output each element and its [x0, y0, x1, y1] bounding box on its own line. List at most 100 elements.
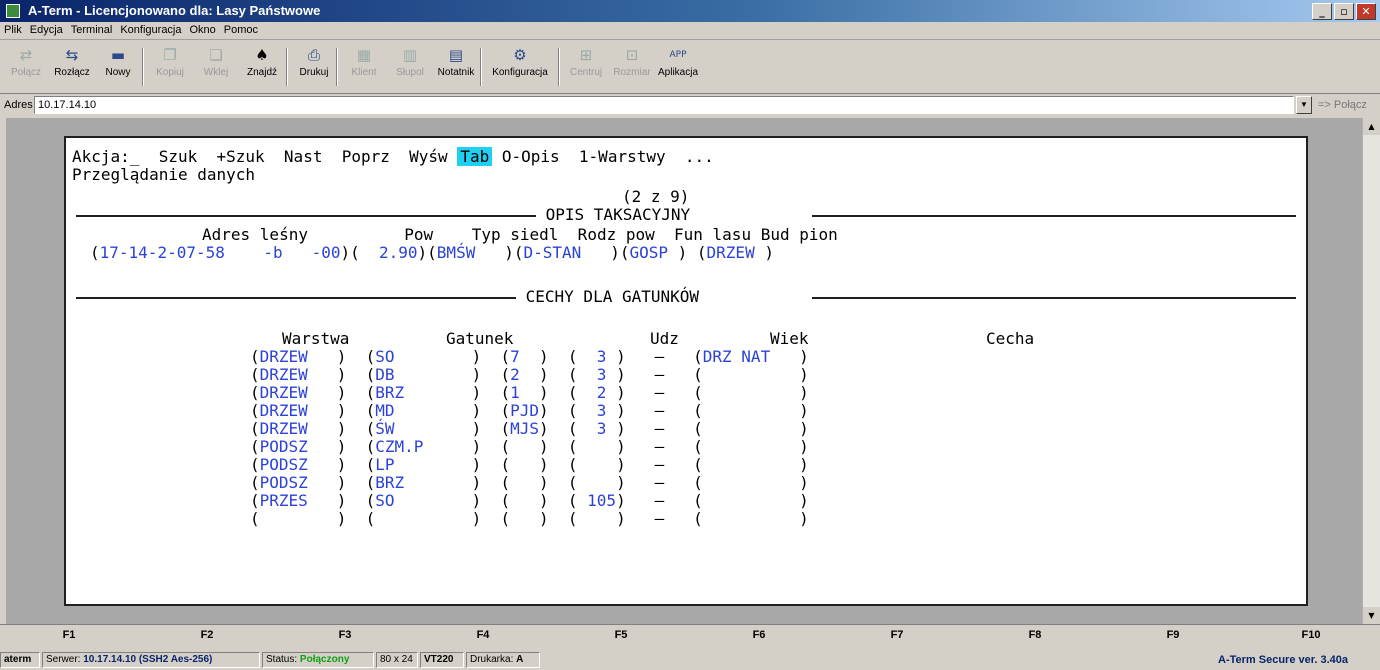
age-field[interactable]: 105 [578, 491, 616, 510]
layer-field[interactable] [260, 509, 337, 528]
feature-field[interactable] [703, 437, 799, 456]
species-field[interactable] [375, 509, 471, 528]
address-dropdown-button[interactable]: ▼ [1296, 96, 1312, 114]
fkey-f8[interactable]: F8 [966, 629, 1104, 641]
menu-configuration[interactable]: Konfiguracja [116, 22, 185, 36]
fkey-f1[interactable]: F1 [0, 629, 138, 641]
menu-file[interactable]: Plik [0, 22, 26, 36]
application-button[interactable]: APP Aplikacja [654, 46, 702, 90]
copy-button[interactable]: ❐ Kopiuj [146, 46, 194, 90]
age-field[interactable] [578, 455, 617, 474]
species-field[interactable]: MD [375, 401, 471, 420]
age-field[interactable]: 3 [578, 401, 617, 420]
species-field[interactable]: BRZ [375, 473, 471, 492]
share-field[interactable] [510, 473, 539, 492]
feature-field[interactable] [703, 419, 799, 438]
layer-field[interactable]: DRZEW [260, 401, 337, 420]
age-field[interactable] [578, 473, 617, 492]
share-field[interactable]: MJS [510, 419, 539, 438]
feature-field[interactable] [703, 383, 799, 402]
app-icon[interactable] [6, 4, 20, 18]
column-header-cecha: Cecha [986, 329, 1035, 348]
configuration-button[interactable]: ⚙ Konfiguracja [488, 46, 552, 90]
share-field[interactable]: PJD [510, 401, 539, 420]
feature-field[interactable] [703, 455, 799, 474]
layer-field[interactable]: DRZEW [260, 383, 337, 402]
species-field[interactable]: SO [375, 491, 471, 510]
fkey-f9[interactable]: F9 [1104, 629, 1242, 641]
fkey-f3[interactable]: F3 [276, 629, 414, 641]
fkey-f4[interactable]: F4 [414, 629, 552, 641]
address-input[interactable]: 10.17.14.10 [34, 96, 1294, 114]
chevron-down-icon: ▼ [1300, 100, 1308, 109]
species-field[interactable]: LP [375, 455, 471, 474]
age-field[interactable] [578, 509, 617, 528]
menu-window[interactable]: Okno [186, 22, 220, 36]
notepad-button[interactable]: ▤ Notatnik [432, 46, 480, 90]
layer-field[interactable]: PODSZ [260, 437, 337, 456]
feature-field[interactable] [703, 491, 799, 510]
size-button[interactable]: ⊡ Rozmiar [608, 46, 656, 90]
share-field[interactable]: 7 [510, 347, 539, 366]
fkey-f5[interactable]: F5 [552, 629, 690, 641]
close-button[interactable]: ✕ [1356, 3, 1376, 20]
layer-field[interactable]: DRZEW [260, 347, 337, 366]
client-button[interactable]: ▦ Klient [340, 46, 388, 90]
fkey-f6[interactable]: F6 [690, 629, 828, 641]
species-field[interactable]: BRZ [375, 383, 471, 402]
new-button[interactable]: ▬ Nowy [94, 46, 142, 90]
layer-field[interactable]: PODSZ [260, 473, 337, 492]
share-field[interactable] [510, 455, 539, 474]
toolbar-separator [286, 48, 288, 86]
fkey-f10[interactable]: F10 [1242, 629, 1380, 641]
section-divider [76, 215, 536, 217]
paste-button[interactable]: ❏ Wklej [192, 46, 240, 90]
share-field[interactable] [510, 509, 539, 528]
feature-field[interactable] [703, 509, 799, 528]
feature-field[interactable] [703, 365, 799, 384]
share-field[interactable]: 2 [510, 365, 539, 384]
share-field[interactable] [510, 491, 539, 510]
disconnect-button[interactable]: ⇆ Rozłącz [48, 46, 96, 90]
species-field[interactable]: DB [375, 365, 471, 384]
age-field[interactable] [578, 437, 617, 456]
species-field[interactable]: SO [375, 347, 471, 366]
age-field[interactable]: 3 [578, 419, 617, 438]
scroll-up-icon[interactable]: ▲ [1363, 118, 1380, 135]
age-field[interactable]: 2 [578, 383, 617, 402]
menu-help[interactable]: Pomoc [220, 22, 262, 36]
table-row: (PRZES ) (SO ) ( ) ( 105) – ( ) [250, 491, 809, 510]
server-button[interactable]: ▥ Słupol [386, 46, 434, 90]
toolbar-separator [336, 48, 338, 86]
vertical-scrollbar[interactable]: ▲ ▼ [1362, 118, 1380, 624]
center-button[interactable]: ⊞ Centruj [562, 46, 610, 90]
column-header-gatunek: Gatunek [446, 329, 514, 348]
layer-field[interactable]: PODSZ [260, 455, 337, 474]
menu-terminal[interactable]: Terminal [67, 22, 117, 36]
layer-field[interactable]: DRZEW [260, 365, 337, 384]
toolbar-separator [142, 48, 144, 86]
print-button[interactable]: ⎙ Drukuj [290, 46, 338, 90]
maximize-button[interactable]: ▫ [1334, 3, 1354, 20]
species-field[interactable]: CZM.P [375, 437, 471, 456]
species-field[interactable]: ŚW [375, 419, 471, 438]
share-field[interactable] [510, 437, 539, 456]
age-field[interactable]: 3 [578, 365, 617, 384]
find-button[interactable]: ♠ Znajdź [238, 46, 286, 90]
layer-field[interactable]: PRZES [260, 491, 337, 510]
scroll-down-icon[interactable]: ▼ [1363, 607, 1380, 624]
share-field[interactable]: 1 [510, 383, 539, 402]
feature-field[interactable] [703, 473, 799, 492]
connect-link[interactable]: => Połącz [1318, 99, 1367, 111]
menu-edit[interactable]: Edycja [26, 22, 67, 36]
terminal-screen[interactable]: Akcja:_ Szuk +Szuk Nast Poprz Wyśw Tab O… [64, 136, 1308, 606]
fkey-f7[interactable]: F7 [828, 629, 966, 641]
connect-button[interactable]: ⇄ Połącz [2, 46, 50, 90]
feature-field[interactable]: DRZ NAT [703, 347, 799, 366]
minimize-button[interactable]: _ [1312, 3, 1332, 20]
age-field[interactable]: 3 [578, 347, 617, 366]
fkey-f2[interactable]: F2 [138, 629, 276, 641]
column-header-udz: Udz [650, 329, 679, 348]
feature-field[interactable] [703, 401, 799, 420]
layer-field[interactable]: DRZEW [260, 419, 337, 438]
